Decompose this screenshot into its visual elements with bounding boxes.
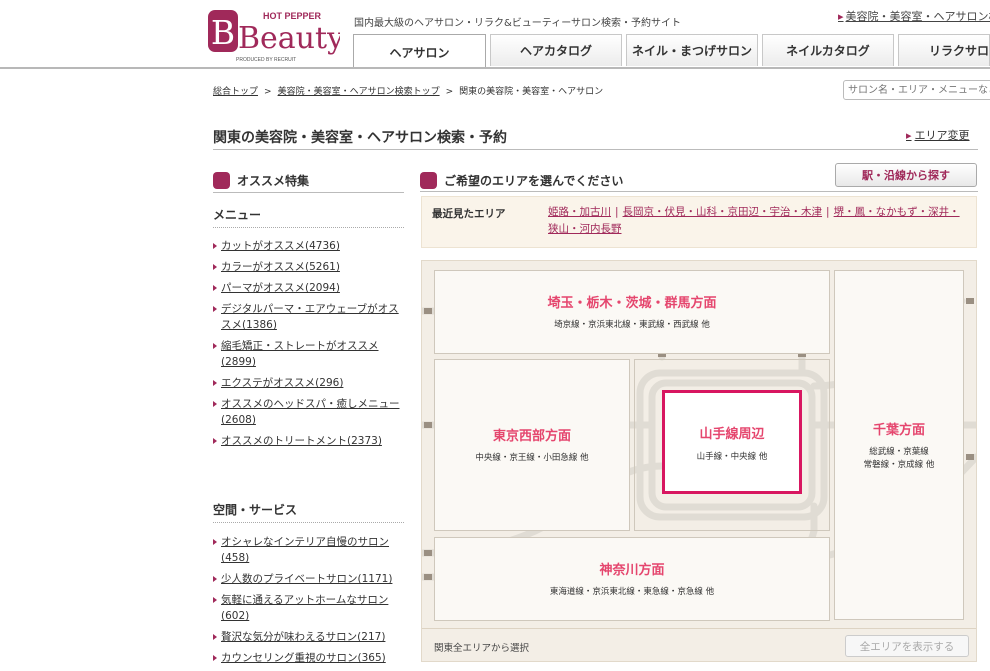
breadcrumb-home-link[interactable]: 総合トップ — [213, 87, 258, 97]
menu-item-link[interactable]: カットがオススメ(4736) — [221, 240, 340, 252]
list-item: パーマがオススメ(2094) — [213, 280, 408, 296]
menu-item-link[interactable]: オススメのトリートメント(2373) — [221, 435, 382, 447]
link-separator: | — [826, 206, 830, 218]
space-item-link[interactable]: 気軽に通えるアットホームなサロン(602) — [221, 594, 388, 622]
list-item: オススメのトリートメント(2373) — [213, 433, 408, 449]
region-yamanote[interactable]: 山手線周辺 山手線・中央線 他 — [662, 390, 802, 494]
rail-end-mark — [424, 550, 432, 556]
space-divider — [213, 522, 404, 523]
rail-end-mark — [424, 574, 432, 580]
region-west-tokyo[interactable]: 東京西部方面 中央線・京王線・小田急線 他 — [434, 359, 630, 531]
region-north-saitama[interactable]: 埼玉・栃木・茨城・群馬方面 埼京線・京浜東北線・東武線・西武線 他 — [434, 270, 830, 354]
space-service-heading: 空間・サービス — [213, 503, 298, 517]
space-item-link[interactable]: 贅沢な気分が味わえるサロン(217) — [221, 631, 385, 643]
rail-end-mark — [966, 298, 974, 304]
menu-item-link[interactable]: 縮毛矯正・ストレートがオススメ(2899) — [221, 340, 379, 368]
list-item: 贅沢な気分が味わえるサロン(217) — [213, 629, 408, 645]
recent-area-link[interactable]: 姫路・加古川 — [548, 206, 611, 218]
recent-areas-label: 最近見たエリア — [432, 208, 506, 220]
rail-end-mark — [424, 308, 432, 314]
list-item: カウンセリング重視のサロン(365) — [213, 650, 408, 666]
logo-main-text: Beauty — [238, 21, 340, 56]
space-item-link[interactable]: 少人数のプライベートサロン(1171) — [221, 573, 392, 585]
show-all-areas-button[interactable]: 全エリアを表示する — [845, 635, 969, 657]
search-input[interactable] — [843, 80, 990, 100]
area-map: 埼玉・栃木・茨城・群馬方面 埼京線・京浜東北線・東武線・西武線 他 東京西部方面… — [421, 260, 977, 662]
recommend-heading: オススメ特集 — [213, 172, 309, 189]
list-item: カラーがオススメ(5261) — [213, 259, 408, 275]
tab-hair-salon[interactable]: ヘアサロン — [353, 34, 486, 69]
space-item-link[interactable]: カウンセリング重視のサロン(365) — [221, 652, 386, 664]
breadcrumb-separator: > — [445, 87, 454, 97]
menu-item-link[interactable]: パーマがオススメ(2094) — [221, 282, 340, 294]
recent-area-link[interactable]: 長岡京・伏見・山科・京田辺・宇治・木津 — [623, 206, 823, 218]
header-divider — [0, 67, 990, 69]
region-south-kanagawa[interactable]: 神奈川方面 東海道線・京浜東北線・東急線・京急線 他 — [434, 537, 830, 621]
list-item: オススメのヘッドスパ・癒しメニュー(2608) — [213, 396, 408, 428]
menu-item-link[interactable]: エクステがオススメ(296) — [221, 377, 343, 389]
space-item-link[interactable]: オシャレなインテリア自慢のサロン(458) — [221, 536, 389, 564]
menu-heading: メニュー — [213, 208, 262, 222]
list-item: デジタルパーマ・エアウェーブがオススメ(1386) — [213, 301, 408, 333]
top-link-hair-salon[interactable]: ▸ 美容院・美容室・ヘアサロン検 — [838, 8, 990, 24]
list-item: カットがオススメ(4736) — [213, 238, 408, 254]
list-item: エクステがオススメ(296) — [213, 375, 408, 391]
breadcrumb-current: 関東の美容院・美容室・ヘアサロン — [459, 87, 604, 97]
breadcrumb: 総合トップ > 美容院・美容室・ヘアサロン検索トップ > 関東の美容院・美容室・ヘアサロ… — [213, 84, 603, 97]
title-divider — [213, 149, 978, 150]
link-separator: | — [615, 206, 619, 218]
main-tabs: ヘアサロン ヘアカタログ ネイル・まつげサロン ネイルカタログ リラクサロン — [353, 34, 990, 69]
page-title: 関東の美容院・美容室・ヘアサロン検索・予約 — [213, 130, 507, 146]
menu-divider — [213, 227, 404, 228]
list-item: オシャレなインテリア自慢のサロン(458) — [213, 534, 408, 566]
menu-list: カットがオススメ(4736) カラーがオススメ(5261) パーマがオススメ(2… — [213, 238, 408, 454]
logo-sub-text: PRODUCED BY RECRUIT — [236, 57, 296, 63]
logo-b-letter: B — [211, 13, 235, 52]
region-east-chiba[interactable]: 千葉方面 総武線・京葉線 常磐線・京成線 他 — [834, 270, 964, 620]
arrow-right-icon: ▸ — [906, 129, 912, 142]
recent-areas-links: 姫路・加古川 | 長岡京・伏見・山科・京田辺・宇治・木津 | 堺・鳳・なかもず・深井・狭… — [548, 204, 968, 238]
recent-areas-box: 最近見たエリア 姫路・加古川 | 長岡京・伏見・山科・京田辺・宇治・木津 | 堺・鳳・な… — [421, 196, 977, 248]
menu-item-link[interactable]: カラーがオススメ(5261) — [221, 261, 340, 273]
square-bullet-icon — [213, 172, 230, 189]
tab-nail-catalog[interactable]: ネイルカタログ — [762, 34, 894, 66]
breadcrumb-hair-top-link[interactable]: 美容院・美容室・ヘアサロン検索トップ — [278, 87, 440, 97]
hotpepper-beauty-logo[interactable]: B HOT PEPPER Beauty PRODUCED BY RECRUIT — [208, 8, 340, 64]
logo-top-text: HOT PEPPER — [263, 11, 322, 21]
list-item: 縮毛矯正・ストレートがオススメ(2899) — [213, 338, 408, 370]
all-kanto-label: 関東全エリアから選択 — [434, 643, 530, 654]
area-divider — [420, 191, 978, 192]
arrow-right-icon: ▸ — [838, 10, 844, 23]
change-area-link[interactable]: ▸ エリア変更 — [906, 127, 970, 143]
map-footer-divider — [422, 628, 976, 629]
area-heading: ご希望のエリアを選んでください — [420, 172, 623, 189]
rail-end-mark — [424, 422, 432, 428]
rail-end-mark — [966, 454, 974, 460]
list-item: 少人数のプライベートサロン(1171) — [213, 571, 408, 587]
tab-relax-salon[interactable]: リラクサロン — [898, 34, 990, 66]
menu-item-link[interactable]: オススメのヘッドスパ・癒しメニュー(2608) — [221, 398, 400, 426]
tab-hair-catalog[interactable]: ヘアカタログ — [490, 34, 622, 66]
square-bullet-icon — [420, 172, 437, 189]
menu-item-link[interactable]: デジタルパーマ・エアウェーブがオススメ(1386) — [221, 303, 399, 331]
sidebar-divider — [213, 192, 404, 193]
list-item: 気軽に通えるアットホームなサロン(602) — [213, 592, 408, 624]
site-tagline: 国内最大級のヘアサロン・リラク&ビューティーサロン検索・予約サイト — [354, 18, 681, 29]
space-service-list: オシャレなインテリア自慢のサロン(458) 少人数のプライベートサロン(1171… — [213, 534, 408, 671]
tab-nail-eyelash-salon[interactable]: ネイル・まつげサロン — [626, 34, 758, 66]
breadcrumb-separator: > — [264, 87, 272, 97]
station-line-search-button[interactable]: 駅・沿線から探す — [835, 163, 977, 187]
